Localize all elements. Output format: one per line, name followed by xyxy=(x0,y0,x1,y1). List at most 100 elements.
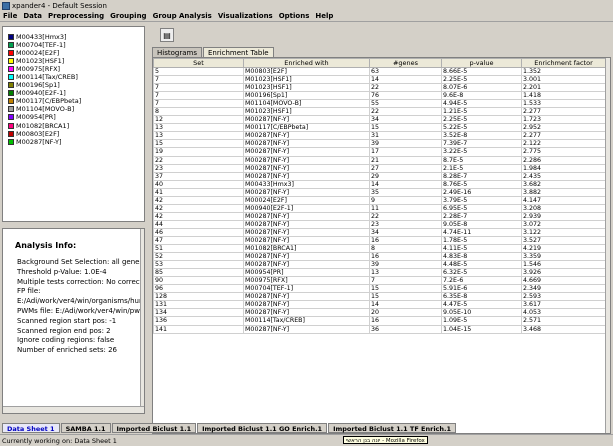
tab-histograms[interactable]: Histograms xyxy=(152,47,202,57)
table-cell: 35 xyxy=(369,187,442,197)
column-header-genes[interactable]: #genes xyxy=(369,58,442,68)
table-row[interactable]: 46 M00287[NF-Y] 34 4.74E-11 3.122 xyxy=(153,227,606,237)
table-row[interactable]: 23 M00287[NF-Y] 27 2.1E-5 1.984 xyxy=(153,163,606,173)
table-row[interactable]: 40 M00433[Hmx3] 14 8.76E-5 3.682 xyxy=(153,179,606,189)
legend-item[interactable]: M00954[PR] xyxy=(8,113,81,121)
column-header-enriched-with[interactable]: Enriched with xyxy=(243,58,370,68)
table-row[interactable]: 22 M00287[NF-Y] 21 8.7E-5 2.286 xyxy=(153,155,606,165)
table-row[interactable]: 136 M00114[Tax/CREB] 16 1.09E-5 2.571 xyxy=(153,316,606,326)
table-row[interactable]: 42 M00940[E2F-1] 11 6.95E-5 3.208 xyxy=(153,203,606,213)
table-cell: 8.7E-5 xyxy=(441,155,522,165)
legend-item[interactable]: M00287[NF-Y] xyxy=(8,138,81,146)
table-cell: 1.21E-5 xyxy=(441,107,522,117)
table-cell: M00287[NF-Y] xyxy=(243,163,370,173)
legend-label: M01023[HSF1] xyxy=(16,57,65,66)
info-vertical-scrollbar[interactable] xyxy=(140,229,144,413)
table-cell: 8.76E-5 xyxy=(441,179,522,189)
table-cell: M00954[PR] xyxy=(243,268,370,278)
legend-item[interactable]: M00940[E2F-1] xyxy=(8,89,81,97)
tab-enrichment-table[interactable]: Enrichment Table xyxy=(202,47,274,57)
info-horizontal-scrollbar[interactable] xyxy=(3,406,144,413)
table-row[interactable]: 44 M00287[NF-Y] 23 9.05E-8 3.072 xyxy=(153,219,606,229)
legend-item[interactable]: M00117[C/EBPbeta] xyxy=(8,97,81,105)
table-vertical-scrollbar[interactable] xyxy=(605,58,610,433)
table-row[interactable]: 41 M00287[NF-Y] 35 2.49E-16 3.882 xyxy=(153,187,606,197)
legend-item[interactable]: M00196[Sp1] xyxy=(8,81,81,89)
table-cell: 85 xyxy=(153,268,244,278)
table-row[interactable]: 131 M00287[NF-Y] 14 4.47E-5 3.617 xyxy=(153,300,606,310)
sheet-tab-imported-biclust[interactable]: Imported Biclust 1.1 xyxy=(111,423,197,433)
legend-swatch xyxy=(8,138,14,145)
table-row[interactable]: 128 M00287[NF-Y] 15 6.35E-8 2.593 xyxy=(153,292,606,302)
table-cell: 39 xyxy=(369,260,442,270)
table-cell: 128 xyxy=(153,292,244,302)
table-row[interactable]: 7 M01023[HSF1] 14 2.25E-5 3.001 xyxy=(153,75,606,85)
table-row[interactable]: 13 M00117[C/EBPbeta] 15 5.22E-5 2.952 xyxy=(153,123,606,133)
table-row[interactable]: 134 M00287[NF-Y] 20 9.05E-10 4.053 xyxy=(153,308,606,318)
column-header-enrichment-factor[interactable]: Enrichment factor xyxy=(521,58,606,68)
table-row[interactable]: 96 M00704[TEF-1] 15 5.91E-6 2.349 xyxy=(153,284,606,294)
table-row[interactable]: 53 M00287[NF-Y] 39 4.48E-5 1.546 xyxy=(153,260,606,270)
legend-label: M00024[E2F] xyxy=(16,49,60,58)
legend-item[interactable]: M00975[RFX] xyxy=(8,65,81,73)
table-row[interactable]: 5 M00803[E2F] 63 8.66E-5 1.352 xyxy=(153,66,606,77)
menu-visualizations[interactable]: Visualizations xyxy=(215,12,276,20)
export-button[interactable]: ▤ xyxy=(160,28,174,42)
table-row[interactable]: 7 M01023[HSF1] 22 8.07E-6 2.201 xyxy=(153,83,606,93)
sheet-tab-samba[interactable]: SAMBA 1.1 xyxy=(60,423,111,433)
menu-group-analysis[interactable]: Group Analysis xyxy=(150,12,215,20)
table-row[interactable]: 19 M00287[NF-Y] 17 3.22E-5 2.775 xyxy=(153,147,606,157)
legend-item[interactable]: M00704[TEF-1] xyxy=(8,41,81,49)
table-cell: 7.39E-7 xyxy=(441,139,522,149)
table-cell: M00704[TEF-1] xyxy=(243,284,370,294)
sheet-tab-go-enrich[interactable]: Imported Biclust 1.1 GO Enrich.1 xyxy=(197,423,328,433)
legend-item[interactable]: M00803[E2F] xyxy=(8,130,81,138)
table-row[interactable]: 90 M00975[RFX] 7 7.2E-6 4.669 xyxy=(153,276,606,286)
table-row[interactable]: 52 M00287[NF-Y] 16 4.83E-8 3.359 xyxy=(153,252,606,262)
table-row[interactable]: 15 M00287[NF-Y] 39 7.39E-7 2.122 xyxy=(153,139,606,149)
legend-item[interactable]: M01082[BRCA1] xyxy=(8,122,81,130)
table-body: 5 M00803[E2F] 63 8.66E-5 1.352 7 M01023[HSF1] 1… xyxy=(153,66,606,334)
table-cell: 2.349 xyxy=(521,284,606,294)
menu-options[interactable]: Options xyxy=(276,12,313,20)
table-row[interactable]: 7 M01104[MOVO-B] 55 4.94E-5 1.533 xyxy=(153,99,606,109)
legend-item[interactable]: M01023[HSF1] xyxy=(8,57,81,65)
menu-data[interactable]: Data xyxy=(20,12,45,20)
table-cell: 131 xyxy=(153,300,244,310)
legend-item[interactable]: M00114[Tax/CREB] xyxy=(8,73,81,81)
column-header-p-value[interactable]: p-value xyxy=(441,58,522,68)
menu-help[interactable]: Help xyxy=(312,12,336,20)
table-cell: M00196[Sp1] xyxy=(243,91,370,101)
table-row[interactable]: 42 M00024[E2F] 9 3.79E-5 4.147 xyxy=(153,195,606,205)
menu-file[interactable]: File xyxy=(0,12,20,20)
table-row[interactable]: 47 M00287[NF-Y] 16 1.78E-5 3.527 xyxy=(153,235,606,246)
menu-grouping[interactable]: Grouping xyxy=(107,12,149,20)
legend-swatch xyxy=(8,130,14,137)
table-cell: 1.352 xyxy=(521,66,606,77)
table-row[interactable]: 7 M00196[Sp1] 76 9.6E-8 1.418 xyxy=(153,91,606,101)
legend-item[interactable]: M00433[Hmx3] xyxy=(8,33,81,41)
table-row[interactable]: 42 M00287[NF-Y] 22 2.28E-7 2.939 xyxy=(153,211,606,221)
legend-item[interactable]: M00024[E2F] xyxy=(8,49,81,57)
table-cell: 2.25E-5 xyxy=(441,115,522,125)
table-row[interactable]: 13 M00287[NF-Y] 31 3.52E-8 2.277 xyxy=(153,131,606,141)
table-row[interactable]: 51 M01082[BRCA1] 8 4.11E-5 4.219 xyxy=(153,244,606,254)
table-cell: 4.83E-8 xyxy=(441,252,522,262)
table-row[interactable]: 8 M01023[HSF1] 22 1.21E-5 2.277 xyxy=(153,107,606,117)
table-cell: 9 xyxy=(369,195,442,205)
sheet-tab-tf-enrich[interactable]: Imported Biclust 1.1 TF Enrich.1 xyxy=(328,423,457,433)
column-header-set[interactable]: Set xyxy=(153,58,244,68)
table-row[interactable]: 12 M00287[NF-Y] 34 2.25E-5 1.723 xyxy=(153,115,606,125)
legend-item[interactable]: M01104[MOVO-B] xyxy=(8,105,81,113)
window-title: xpander4 - Default Session xyxy=(12,1,107,10)
table-row[interactable]: 85 M00954[PR] 13 6.32E-5 3.926 xyxy=(153,268,606,278)
results-panel: ▤ Histograms Enrichment Table Set Enrich… xyxy=(148,26,613,434)
legend-swatch xyxy=(8,34,14,41)
table-row[interactable]: 141 M00287[NF-Y] 36 1.04E-15 3.468 xyxy=(153,324,606,334)
table-cell: M00287[NF-Y] xyxy=(243,300,370,310)
table-cell: 3.359 xyxy=(521,252,606,262)
sheet-tab-data-sheet-1[interactable]: Data Sheet 1 xyxy=(2,423,60,433)
table-row[interactable]: 37 M00287[NF-Y] 29 8.28E-7 2.435 xyxy=(153,171,606,181)
menu-preprocessing[interactable]: Preprocessing xyxy=(45,12,107,20)
table-cell: 2.593 xyxy=(521,292,606,302)
